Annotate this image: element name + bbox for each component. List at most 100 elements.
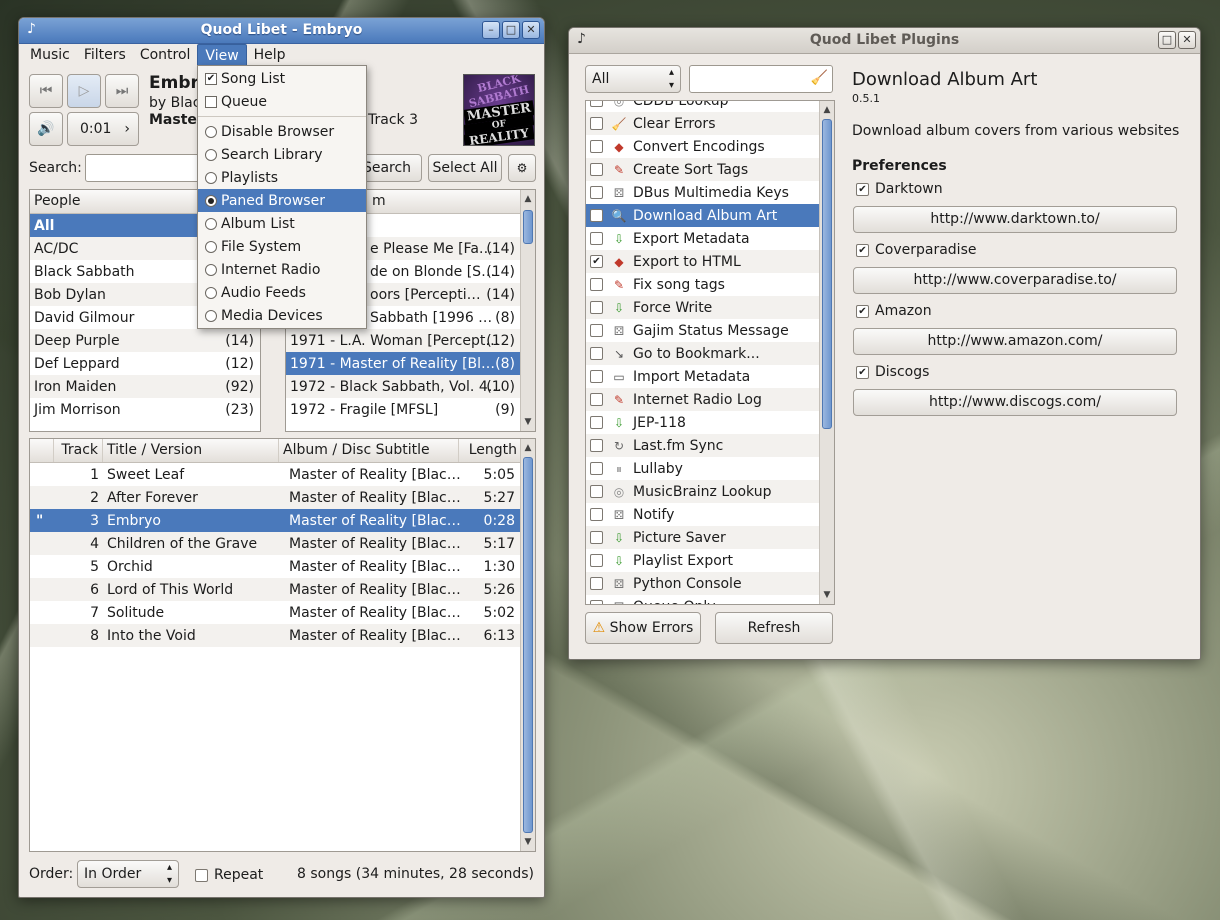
plugin-row[interactable]: ⇩ Export Metadata xyxy=(586,227,834,250)
plugin-row[interactable]: ⚄ Gajim Status Message xyxy=(586,319,834,342)
plugin-enable-checkbox[interactable] xyxy=(590,439,603,452)
people-row[interactable]: Def Leppard (12) xyxy=(30,352,260,375)
plugins-scrollbar[interactable]: ▲ ▼ xyxy=(819,101,834,604)
play-button[interactable]: ▷ xyxy=(67,74,101,108)
close-button[interactable]: ✕ xyxy=(1178,31,1196,49)
album-row[interactable]: 1971 - Master of Reality [Bl… (8) xyxy=(286,352,535,375)
plugin-enable-checkbox[interactable] xyxy=(590,370,603,383)
refresh-button[interactable]: Refresh xyxy=(715,612,833,644)
plugin-enable-checkbox[interactable] xyxy=(590,186,603,199)
scroll-up-icon[interactable]: ▲ xyxy=(820,103,834,117)
plugin-row[interactable]: ⚄ Queue Only xyxy=(586,595,834,604)
menu-music[interactable]: Music xyxy=(23,44,77,68)
site-checkbox[interactable]: ✔ Coverparadise xyxy=(856,242,976,258)
repeat-checkbox[interactable]: Repeat xyxy=(195,867,263,883)
col-track[interactable]: Track xyxy=(54,439,103,462)
maximize-button[interactable]: □ xyxy=(502,21,520,39)
view-menu-item[interactable]: Playlists xyxy=(198,166,366,189)
plugin-row[interactable]: ⚄ DBus Multimedia Keys xyxy=(586,181,834,204)
plugin-enable-checkbox[interactable] xyxy=(590,232,603,245)
menu-control[interactable]: Control xyxy=(133,44,198,68)
plugin-row[interactable]: ⏸ Lullaby xyxy=(586,457,834,480)
plugin-row[interactable]: ↘ Go to Bookmark... xyxy=(586,342,834,365)
view-menu-item[interactable]: Audio Feeds xyxy=(198,281,366,304)
plugin-enable-checkbox[interactable] xyxy=(590,324,603,337)
scroll-up-icon[interactable]: ▲ xyxy=(521,192,535,206)
plugin-search-input[interactable]: 🧹 xyxy=(689,65,833,93)
plugin-enable-checkbox[interactable] xyxy=(590,278,603,291)
plugin-row[interactable]: ◆ Convert Encodings xyxy=(586,135,834,158)
plugin-enable-checkbox[interactable] xyxy=(590,508,603,521)
site-checkbox[interactable]: ✔ Amazon xyxy=(856,303,932,319)
song-row[interactable]: 8 Into the Void Master of Reality [Blac… 6:… xyxy=(30,624,535,647)
plugin-row[interactable]: ⇩ Force Write xyxy=(586,296,834,319)
people-row[interactable]: Jim Morrison (23) xyxy=(30,398,260,421)
scroll-down-icon[interactable]: ▼ xyxy=(521,835,535,849)
view-menu-item[interactable]: ✔ Song List xyxy=(198,67,366,90)
plugin-row[interactable]: 🔍 Download Album Art xyxy=(586,204,834,227)
plugin-enable-checkbox[interactable] xyxy=(590,101,603,107)
people-row[interactable]: Iron Maiden (92) xyxy=(30,375,260,398)
plugin-row[interactable]: 🧹 Clear Errors xyxy=(586,112,834,135)
song-row[interactable]: " 3 Embryo Master of Reality [Blac… 0:28 xyxy=(30,509,535,532)
song-row[interactable]: 6 Lord of This World Master of Reality [Bl… xyxy=(30,578,535,601)
col-length[interactable]: Length xyxy=(459,439,521,462)
search-input[interactable] xyxy=(85,154,203,182)
site-url-button[interactable]: http://www.discogs.com/ xyxy=(853,389,1177,416)
song-row[interactable]: 2 After Forever Master of Reality [Blac… 5:… xyxy=(30,486,535,509)
album-cover[interactable]: BLACK SABBATH MASTER OF REALITY xyxy=(463,74,535,146)
main-titlebar[interactable]: ♪ Quod Libet - Embryo – □ ✕ xyxy=(19,18,544,44)
plugin-row[interactable]: ⚄ Notify xyxy=(586,503,834,526)
albums-scrollbar[interactable]: ▲ ▼ xyxy=(520,190,535,431)
plugin-row[interactable]: ✎ Fix song tags xyxy=(586,273,834,296)
song-row[interactable]: 7 Solitude Master of Reality [Blac… 5:02 xyxy=(30,601,535,624)
clear-search-icon[interactable]: 🧹 xyxy=(811,70,828,86)
scroll-down-icon[interactable]: ▼ xyxy=(521,415,535,429)
plugin-enable-checkbox[interactable]: ✔ xyxy=(590,255,603,268)
song-row[interactable]: 1 Sweet Leaf Master of Reality [Blac… 5:05 xyxy=(30,463,535,486)
plugin-enable-checkbox[interactable] xyxy=(590,485,603,498)
site-checkbox[interactable]: ✔ Discogs xyxy=(856,364,929,380)
scroll-down-icon[interactable]: ▼ xyxy=(820,588,834,602)
menu-filters[interactable]: Filters xyxy=(77,44,133,68)
plugin-row[interactable]: ✔ ◆ Export to HTML xyxy=(586,250,834,273)
view-menu-item[interactable]: Search Library xyxy=(198,143,366,166)
show-errors-button[interactable]: ⚠ Show Errors xyxy=(585,612,701,644)
col-title[interactable]: Title / Version xyxy=(103,439,279,462)
plugin-row[interactable]: ✎ Create Sort Tags xyxy=(586,158,834,181)
plugin-enable-checkbox[interactable] xyxy=(590,577,603,590)
plugin-enable-checkbox[interactable] xyxy=(590,140,603,153)
song-row[interactable]: 4 Children of the Grave Master of Reality … xyxy=(30,532,535,555)
plugin-row[interactable]: ⚄ Python Console xyxy=(586,572,834,595)
plugin-row[interactable]: ⇩ JEP-118 xyxy=(586,411,834,434)
songs-scrollbar[interactable]: ▲ ▼ xyxy=(520,439,535,851)
album-row[interactable]: 1972 - Fragile [MFSL] (9) xyxy=(286,398,535,421)
site-checkbox[interactable]: ✔ Darktown xyxy=(856,181,943,197)
plugin-enable-checkbox[interactable] xyxy=(590,301,603,314)
plugin-row[interactable]: ⇩ Playlist Export xyxy=(586,549,834,572)
plugin-enable-checkbox[interactable] xyxy=(590,600,603,604)
plugin-enable-checkbox[interactable] xyxy=(590,416,603,429)
select-all-button[interactable]: Select All xyxy=(428,154,502,182)
site-check[interactable]: ✔ xyxy=(856,365,869,379)
view-menu-item[interactable]: File System xyxy=(198,235,366,258)
people-row[interactable]: Deep Purple (14) xyxy=(30,329,260,352)
plugin-row[interactable]: ◎ MusicBrainz Lookup xyxy=(586,480,834,503)
site-check[interactable]: ✔ xyxy=(856,304,869,318)
plugin-enable-checkbox[interactable] xyxy=(590,209,603,222)
plugin-row[interactable]: ✎ Internet Radio Log xyxy=(586,388,834,411)
order-select[interactable]: In Order ▴ ▾ xyxy=(77,860,179,888)
album-row[interactable]: 1972 - Black Sabbath, Vol. 4… (10) xyxy=(286,375,535,398)
scroll-up-icon[interactable]: ▲ xyxy=(521,441,535,455)
seek-button[interactable]: 0:01 › xyxy=(67,112,139,146)
minimize-button[interactable]: – xyxy=(482,21,500,39)
view-menu-item[interactable]: Disable Browser xyxy=(198,120,366,143)
view-menu-item[interactable]: Media Devices xyxy=(198,304,366,327)
view-menu-item[interactable]: Queue xyxy=(198,90,366,113)
plugin-row[interactable]: ⇩ Picture Saver xyxy=(586,526,834,549)
plugin-row[interactable]: ↻ Last.fm Sync xyxy=(586,434,834,457)
previous-button[interactable]: ⏮ xyxy=(29,74,63,108)
plugins-scroll-thumb[interactable] xyxy=(822,119,832,429)
plugin-enable-checkbox[interactable] xyxy=(590,462,603,475)
plugins-titlebar[interactable]: ♪ Quod Libet Plugins □ ✕ xyxy=(569,28,1200,54)
